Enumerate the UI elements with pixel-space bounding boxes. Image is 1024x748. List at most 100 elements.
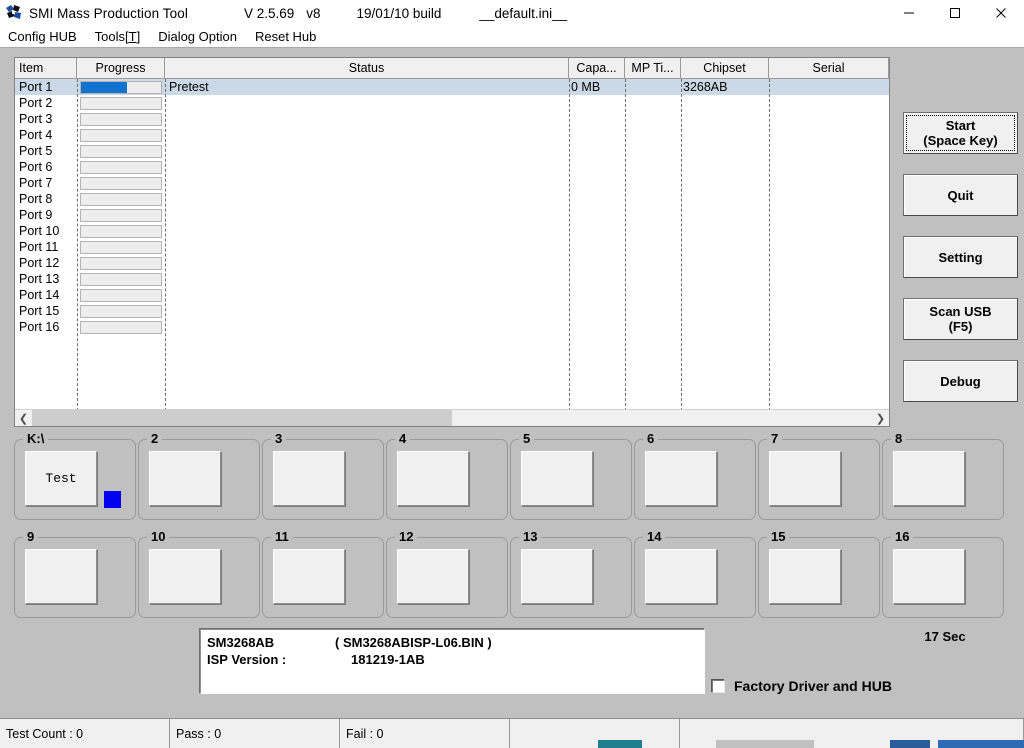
table-row[interactable]: Port 15	[15, 303, 889, 319]
status-bar-cell-2: Pass : 0	[170, 719, 340, 748]
drive-slot-2[interactable]: 2	[138, 432, 260, 520]
cell-capacity	[569, 255, 625, 271]
minimize-icon[interactable]	[886, 0, 932, 26]
chevron-left-icon[interactable]: ❮	[15, 410, 32, 427]
column-header-chipset[interactable]: Chipset	[681, 58, 769, 78]
menu-item-config-hub[interactable]: Config HUB	[0, 27, 86, 47]
drive-slot-16[interactable]: 16	[882, 530, 1004, 618]
scrollbar-track[interactable]	[32, 409, 872, 426]
cell-item: Port 7	[19, 176, 53, 190]
factory-driver-hub-checkbox[interactable]: Factory Driver and HUB	[712, 678, 892, 694]
table-row[interactable]: Port 11	[15, 239, 889, 255]
drive-slot-5[interactable]: 5	[510, 432, 632, 520]
column-header-item[interactable]: Item	[15, 58, 77, 78]
checkbox-box-icon[interactable]	[712, 679, 725, 693]
cell-mp-time	[625, 287, 681, 303]
column-header-mp-ti[interactable]: MP Ti...	[625, 58, 681, 78]
slot-status-box[interactable]	[893, 549, 965, 604]
slot-legend: 8	[891, 432, 907, 446]
table-row[interactable]: Port 2	[15, 95, 889, 111]
cell-serial	[769, 95, 889, 111]
column-header-serial[interactable]: Serial	[769, 58, 889, 78]
port-list-header: Item Progress Status Capa... MP Ti... Chipset…	[15, 58, 889, 79]
drive-slot-1[interactable]: K:\ Test	[14, 432, 136, 520]
cell-status	[165, 319, 569, 335]
chevron-right-icon[interactable]: ❯	[872, 410, 889, 427]
drive-slot-9[interactable]: 9	[14, 530, 136, 618]
isp-version-value: 181219-1AB	[351, 652, 425, 667]
drive-slot-grid: K:\ Test 2 3 4 5 6 7 8 9 10 11 12 13 14 15 16	[14, 432, 1010, 628]
scrollbar-thumb[interactable]	[32, 409, 452, 426]
port-list-view[interactable]: Item Progress Status Capa... MP Ti... Chipset…	[14, 57, 890, 427]
maximize-icon[interactable]	[932, 0, 978, 26]
column-header-progress[interactable]: Progress	[77, 58, 165, 78]
progress-bar	[77, 95, 165, 111]
slot-status-box[interactable]	[645, 549, 717, 604]
drive-slot-8[interactable]: 8	[882, 432, 1004, 520]
progress-bar	[77, 111, 165, 127]
drive-slot-14[interactable]: 14	[634, 530, 756, 618]
drive-slot-4[interactable]: 4	[386, 432, 508, 520]
horizontal-scrollbar[interactable]: ❮ ❯	[15, 409, 889, 426]
factory-driver-hub-label: Factory Driver and HUB	[734, 678, 892, 694]
slot-led-indicator	[848, 589, 865, 606]
drive-slot-12[interactable]: 12	[386, 530, 508, 618]
menu-item-reset-hub[interactable]: Reset Hub	[246, 27, 325, 47]
setting-button[interactable]: Setting	[903, 236, 1018, 278]
progress-bar	[77, 143, 165, 159]
drive-slot-13[interactable]: 13	[510, 530, 632, 618]
cell-serial	[769, 319, 889, 335]
slot-status-box[interactable]	[273, 549, 345, 604]
port-list-body[interactable]: Port 1 Pretest 0 MB 3268AB Port 2 Port 3 Port …	[15, 79, 889, 411]
drive-slot-10[interactable]: 10	[138, 530, 260, 618]
scan-usb-button[interactable]: Scan USB (F5)	[903, 298, 1018, 340]
table-row[interactable]: Port 8	[15, 191, 889, 207]
slot-status-box[interactable]	[521, 549, 593, 604]
drive-slot-11[interactable]: 11	[262, 530, 384, 618]
quit-button[interactable]: Quit	[903, 174, 1018, 216]
cell-status	[165, 191, 569, 207]
slot-status-box[interactable]	[273, 451, 345, 506]
table-row[interactable]: Port 13	[15, 271, 889, 287]
slot-legend: 7	[767, 432, 783, 446]
table-row[interactable]: Port 3	[15, 111, 889, 127]
table-row[interactable]: Port 12	[15, 255, 889, 271]
drive-slot-6[interactable]: 6	[634, 432, 756, 520]
drive-slot-7[interactable]: 7	[758, 432, 880, 520]
drive-slot-15[interactable]: 15	[758, 530, 880, 618]
slot-status-box[interactable]	[397, 451, 469, 506]
cell-mp-time	[625, 143, 681, 159]
table-row[interactable]: Port 1 Pretest 0 MB 3268AB	[15, 79, 889, 95]
slot-status-box[interactable]	[397, 549, 469, 604]
debug-button[interactable]: Debug	[903, 360, 1018, 402]
progress-bar	[77, 255, 165, 271]
drive-slot-3[interactable]: 3	[262, 432, 384, 520]
table-row[interactable]: Port 16	[15, 319, 889, 335]
slot-status-box[interactable]	[521, 451, 593, 506]
slot-led-indicator	[972, 589, 989, 606]
slot-status-box[interactable]	[645, 451, 717, 506]
table-row[interactable]: Port 4	[15, 127, 889, 143]
table-row[interactable]: Port 9	[15, 207, 889, 223]
table-row[interactable]: Port 14	[15, 287, 889, 303]
table-row[interactable]: Port 7	[15, 175, 889, 191]
column-header-capa[interactable]: Capa...	[569, 58, 625, 78]
table-row[interactable]: Port 6	[15, 159, 889, 175]
slot-status-box[interactable]	[769, 451, 841, 506]
cell-status	[165, 287, 569, 303]
close-icon[interactable]	[978, 0, 1024, 26]
column-header-status[interactable]: Status	[165, 58, 569, 78]
slot-status-box[interactable]	[149, 549, 221, 604]
cell-chipset	[681, 271, 769, 287]
table-row[interactable]: Port 10	[15, 223, 889, 239]
slot-status-box[interactable]	[25, 549, 97, 604]
start-button[interactable]: Start (Space Key)	[903, 112, 1018, 154]
table-row[interactable]: Port 5	[15, 143, 889, 159]
menu-item-dialog-option[interactable]: Dialog Option	[149, 27, 246, 47]
menu-item-tools[interactable]: Tools[T]	[86, 27, 150, 47]
slot-status-box[interactable]	[149, 451, 221, 506]
slot-status-box[interactable]: Test	[25, 451, 97, 506]
cell-chipset: 3268AB	[683, 80, 728, 94]
slot-status-box[interactable]	[893, 451, 965, 506]
slot-status-box[interactable]	[769, 549, 841, 604]
